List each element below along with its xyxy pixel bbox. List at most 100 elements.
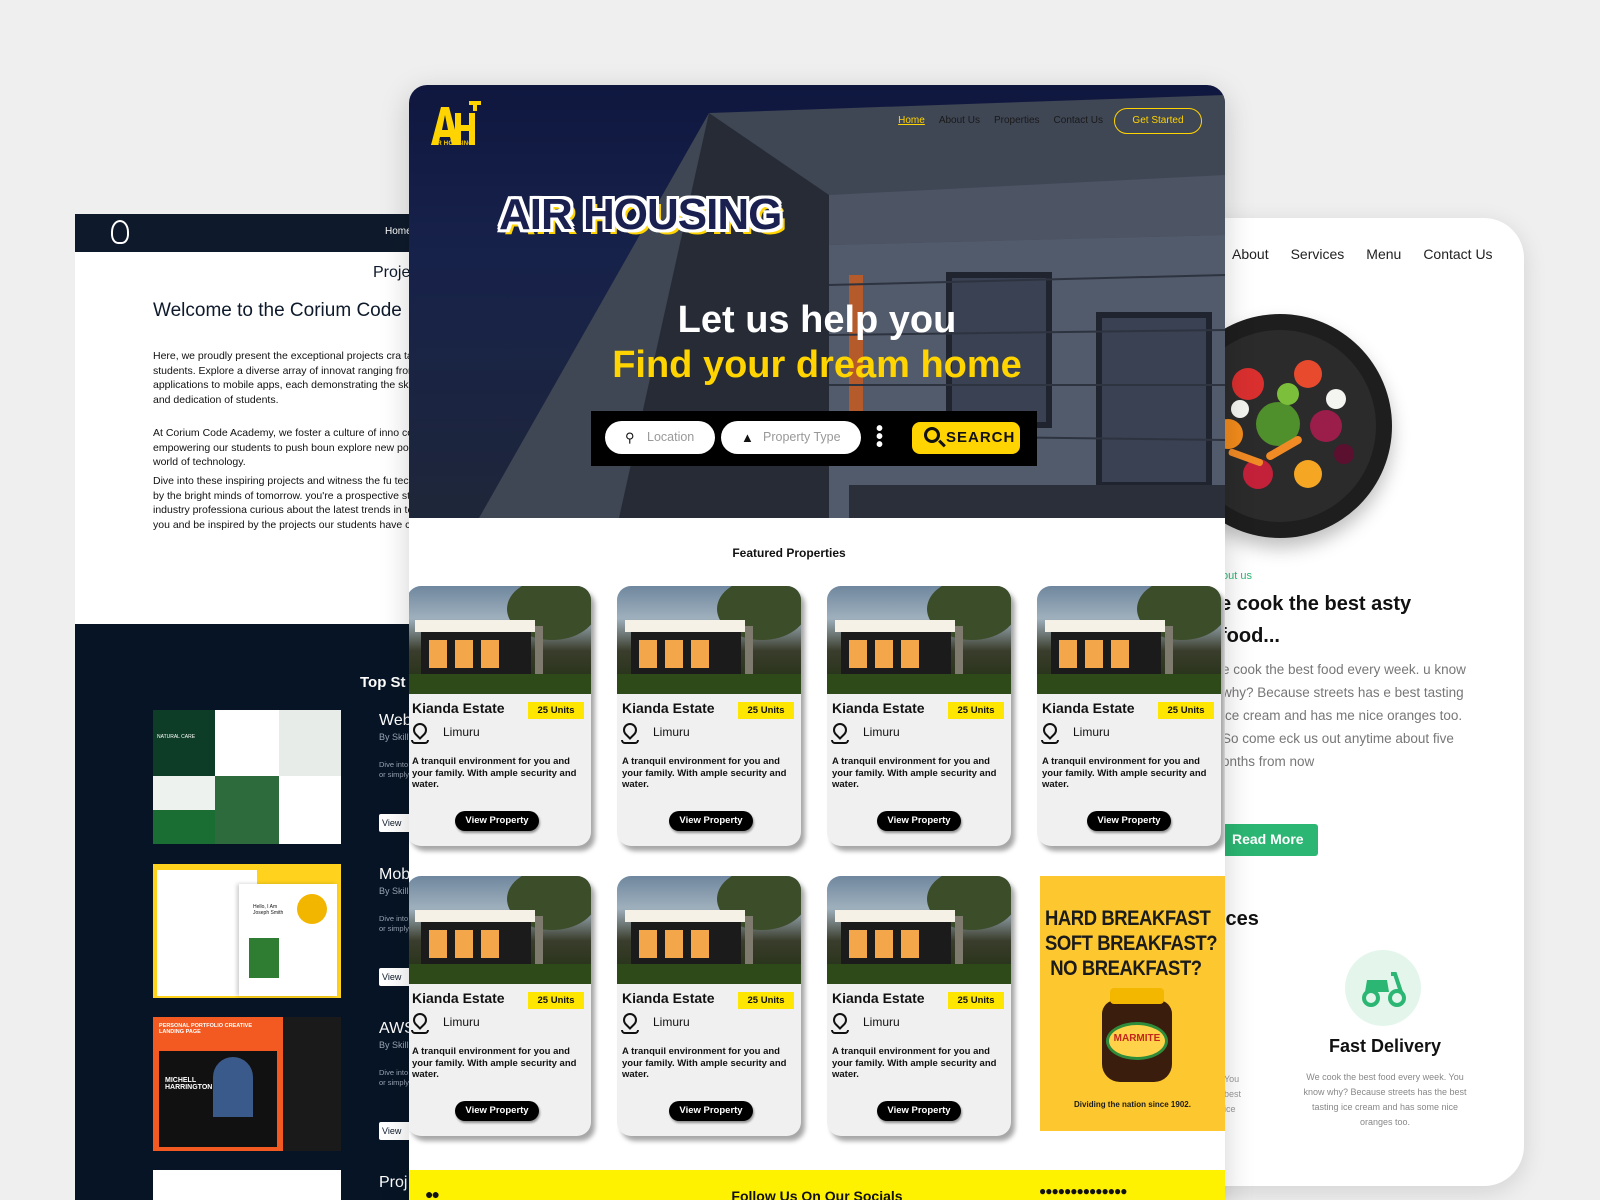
property-image: [1037, 586, 1221, 694]
property-type-placeholder: Property Type: [763, 430, 841, 444]
window-shape: [639, 640, 657, 668]
window-shape: [429, 640, 447, 668]
project-thumbnail[interactable]: [153, 1170, 341, 1200]
property-location: Limuru: [443, 1015, 480, 1029]
hero-subheadline: Find your dream home: [612, 344, 1022, 386]
marmite-ad[interactable]: HARD BREAKFAST SOFT BREAKFAST? NO BREAKF…: [1040, 876, 1225, 1131]
project-title: Web: [379, 712, 412, 729]
roof-shape: [625, 910, 745, 922]
social-pattern-icon: ●●●●●●●●●●●●●●: [1039, 1184, 1127, 1198]
view-property-button[interactable]: View Property: [669, 811, 753, 831]
get-started-button[interactable]: Get Started: [1114, 108, 1202, 134]
window-shape: [665, 640, 683, 668]
view-property-button[interactable]: View Property: [1087, 811, 1171, 831]
property-description: A tranquil environment for you and your …: [412, 756, 577, 790]
search-button[interactable]: SEARCH: [912, 422, 1020, 454]
search-bar: ⚲ Location ▲ Property Type • • • SEARCH: [591, 411, 1037, 466]
food-nav-about[interactable]: About: [1232, 246, 1269, 262]
roof-shape: [835, 910, 955, 922]
property-location: Limuru: [653, 725, 690, 739]
property-image: [827, 876, 1011, 984]
window-shape: [901, 640, 919, 668]
corium-navbar: Home: [75, 214, 435, 252]
property-location: Limuru: [863, 725, 900, 739]
project-author: By Skill: [379, 1040, 409, 1050]
property-card[interactable]: Kianda Estate 25 Units Limuru A tranquil en…: [617, 586, 801, 846]
air-housing-mockup: AIR HOUSING Home About Us Properties Con…: [409, 85, 1225, 1200]
property-name: Kianda Estate: [832, 700, 925, 716]
nav-properties[interactable]: Properties: [994, 115, 1040, 126]
tree-trunk: [1165, 626, 1173, 678]
pin-base: [831, 1030, 849, 1034]
corium-nav-home[interactable]: Home: [385, 226, 412, 237]
lawn-shape: [827, 674, 1011, 694]
nav-contact-us[interactable]: Contact Us: [1054, 115, 1103, 126]
search-button-label: SEARCH: [946, 429, 1016, 446]
corium-logo-icon: [111, 220, 129, 244]
nav-home[interactable]: Home: [898, 115, 925, 126]
project-thumbnail[interactable]: Hello, I Am Joseph Smith: [153, 864, 341, 998]
project-title: Mob: [379, 866, 411, 883]
property-card[interactable]: Kianda Estate 25 Units Limuru A tranquil en…: [617, 876, 801, 1136]
units-badge: 25 Units: [948, 992, 1004, 1009]
property-location: Limuru: [863, 1015, 900, 1029]
project-title: Proj: [379, 1174, 408, 1191]
units-badge: 25 Units: [528, 702, 584, 719]
view-property-button[interactable]: View Property: [877, 811, 961, 831]
mountain-icon: ▲: [741, 430, 754, 445]
ad-tagline: Dividing the nation since 1902.: [1074, 1100, 1191, 1109]
property-description: A tranquil environment for you and your …: [412, 1046, 577, 1080]
property-name: Kianda Estate: [622, 990, 715, 1006]
location-pin-icon: [830, 720, 850, 740]
window-shape: [481, 640, 499, 668]
property-card[interactable]: Kianda Estate 25 Units Limuru A tranquil en…: [409, 586, 591, 846]
corium-top-students-heading: Top St: [360, 674, 406, 691]
brand-name: AIR HOUSING: [431, 141, 474, 147]
view-property-button[interactable]: View Property: [669, 1101, 753, 1121]
window-shape: [481, 930, 499, 958]
location-pin-icon: [620, 1010, 640, 1030]
lawn-shape: [409, 964, 591, 984]
location-pin-icon: [620, 720, 640, 740]
property-card[interactable]: Kianda Estate 25 Units Limuru A tranquil en…: [1037, 586, 1221, 846]
project-thumbnail[interactable]: NATURAL CARE: [153, 710, 341, 844]
food-nav-menu[interactable]: Menu: [1366, 246, 1401, 262]
more-options-icon[interactable]: • • •: [876, 419, 883, 455]
location-pin-icon: [1040, 720, 1060, 740]
roof-shape: [415, 620, 535, 632]
view-property-button[interactable]: View Property: [877, 1101, 961, 1121]
property-description: A tranquil environment for you and your …: [622, 1046, 787, 1080]
read-more-button[interactable]: Read More: [1210, 824, 1318, 856]
window-shape: [429, 930, 447, 958]
units-badge: 25 Units: [528, 992, 584, 1009]
footer-social-band: ●● Follow Us On Our Socials ●●●●●●●●●●●●…: [409, 1170, 1225, 1200]
property-card[interactable]: Kianda Estate 25 Units Limuru A tranquil en…: [409, 876, 591, 1136]
property-location: Limuru: [653, 1015, 690, 1029]
tree-trunk: [535, 626, 543, 678]
corium-paragraph: At Corium Code Academy, we foster a cult…: [153, 427, 435, 469]
property-type-select[interactable]: ▲ Property Type: [721, 421, 861, 454]
nav-about-us[interactable]: About Us: [939, 115, 980, 126]
property-location: Limuru: [1073, 725, 1110, 739]
corium-projects-section: Top St NATURAL CARE Web By Skill Dive in…: [75, 624, 435, 1200]
food-body-text: e cook the best food every week. u know …: [1222, 662, 1466, 769]
hero-logo-text: AIR HOUSING: [499, 190, 782, 239]
tree-trunk: [745, 626, 753, 678]
window-shape: [639, 930, 657, 958]
property-card[interactable]: Kianda Estate 25 Units Limuru A tranquil en…: [827, 586, 1011, 846]
food-mockup: About Services Menu Contact Us out us e …: [1180, 218, 1524, 1186]
fast-delivery-title: Fast Delivery: [1328, 1036, 1442, 1056]
food-nav-services[interactable]: Services: [1291, 246, 1345, 262]
hero-headline: Let us help you: [677, 299, 957, 341]
food-nav-contact[interactable]: Contact Us: [1423, 246, 1492, 262]
view-property-button[interactable]: View Property: [455, 811, 539, 831]
tree-trunk: [745, 916, 753, 968]
thumb-label: Hello, I Am Joseph Smith: [253, 904, 284, 916]
project-author: By Skill: [379, 886, 409, 896]
pin-base: [1041, 740, 1059, 744]
project-thumbnail[interactable]: PERSONAL PORTFOLIO CREATIVE LANDING PAGE…: [153, 1017, 341, 1151]
property-card[interactable]: Kianda Estate 25 Units Limuru A tranquil en…: [827, 876, 1011, 1136]
pin-base: [411, 1030, 429, 1034]
location-input[interactable]: ⚲ Location: [605, 421, 715, 454]
view-property-button[interactable]: View Property: [455, 1101, 539, 1121]
